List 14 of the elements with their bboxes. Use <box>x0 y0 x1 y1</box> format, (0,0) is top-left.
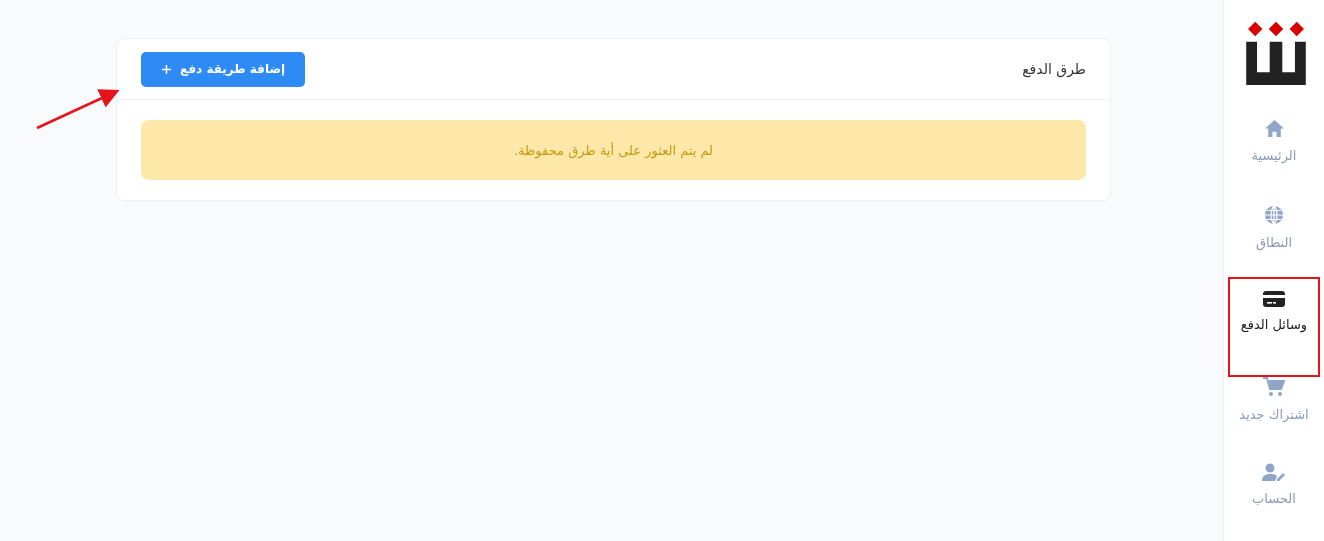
add-payment-method-button[interactable]: إضافة طريقة دفع <box>141 51 306 87</box>
user-edit-icon <box>1262 463 1286 481</box>
nav-item[interactable]: النطاق <box>1228 197 1320 283</box>
nav-item[interactable]: الحساب <box>1228 455 1320 541</box>
card-title: طرق الدفع <box>1022 61 1086 77</box>
nav-item[interactable]: الرئيسية <box>1228 111 1320 197</box>
home-icon <box>1263 119 1285 138</box>
nav-item[interactable]: اشتراك جديد <box>1228 369 1320 455</box>
credit-card-icon <box>1263 291 1285 307</box>
empty-alert: لم يتم العثور على أية طرق محفوظة. <box>141 120 1086 180</box>
nav-item[interactable]: وسائل الدفع <box>1228 283 1320 369</box>
globe-icon <box>1264 205 1284 225</box>
plus-icon <box>161 63 172 75</box>
cart-icon <box>1263 377 1285 397</box>
